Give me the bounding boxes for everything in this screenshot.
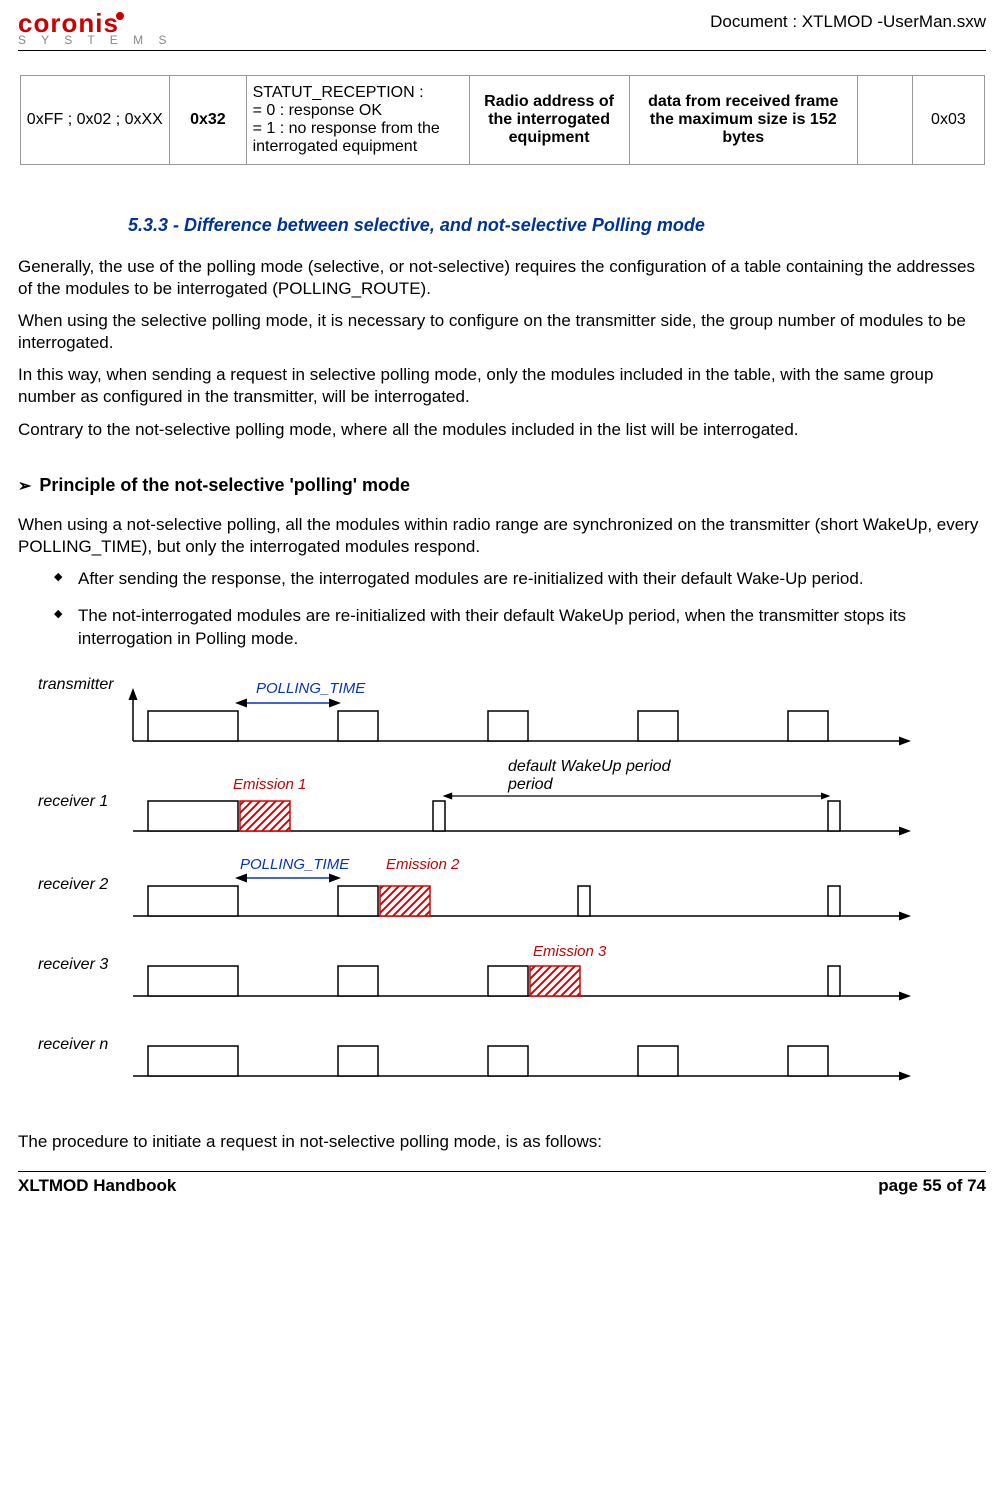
table-cell [857, 76, 912, 165]
table-cell: STATUT_RECEPTION : = 0 : response OK = 1… [246, 76, 469, 165]
paragraph: When using a not-selective polling, all … [18, 514, 986, 558]
list-item: After sending the response, the interrog… [78, 568, 986, 591]
table-cell: 0xFF ; 0x02 ; 0xXX [20, 76, 170, 165]
diagram-label-emission3: Emission 3 [533, 943, 607, 960]
page-header: coronis S Y S T E M S Document : XTLMOD … [18, 10, 986, 51]
diagram-label-receiver1: receiver 1 [38, 793, 108, 810]
cell-line: the maximum size is 152 bytes [636, 111, 851, 147]
diagram-label-polling-time2: POLLING_TIME [240, 856, 350, 873]
frame-structure-table: 0xFF ; 0x02 ; 0xXX 0x32 STATUT_RECEPTION… [20, 75, 985, 165]
logo: coronis S Y S T E M S [18, 10, 172, 46]
diagram-label-transmitter: transmitter [38, 676, 114, 693]
subsection-heading: ➢ Principle of the not-selective 'polling… [18, 475, 986, 496]
diagram-label-receiver2: receiver 2 [38, 876, 108, 893]
diagram-label-receiver3: receiver 3 [38, 956, 108, 973]
diagram-label-emission2: Emission 2 [386, 856, 460, 873]
timing-diagram: transmitter POLLING_TIME receiver 1 Emis… [38, 671, 938, 1091]
logo-dot-icon [116, 12, 124, 20]
paragraph: Generally, the use of the polling mode (… [18, 256, 986, 300]
paragraph: Contrary to the not-selective polling mo… [18, 419, 986, 441]
section-heading: 5.3.3 - Difference between selective, an… [128, 215, 986, 236]
cell-line: STATUT_RECEPTION : [253, 84, 463, 102]
table-cell: 0x32 [170, 76, 246, 165]
diagram-label-receivern: receiver n [38, 1036, 108, 1053]
document-title: Document : XTLMOD -UserMan.sxw [710, 12, 986, 32]
page-footer: XLTMOD Handbook page 55 of 74 [18, 1171, 986, 1196]
diagram-label-emission1: Emission 1 [233, 776, 306, 793]
paragraph: The procedure to initiate a request in n… [18, 1131, 986, 1153]
bullet-list: After sending the response, the interrog… [18, 568, 986, 651]
footer-right: page 55 of 74 [878, 1176, 986, 1196]
cell-line: = 0 : response OK [253, 102, 463, 120]
diagram-label-polling-time: POLLING_TIME [256, 680, 366, 697]
chevron-icon: ➢ [18, 476, 31, 496]
diagram-label-wakeup1: default WakeUp period [508, 758, 672, 775]
cell-line: data from received frame [636, 93, 851, 111]
logo-subtext: S Y S T E M S [18, 34, 172, 46]
table-cell: Radio address of the interrogated equipm… [469, 76, 629, 165]
list-item: The not-interrogated modules are re-init… [78, 605, 986, 651]
footer-left: XLTMOD Handbook [18, 1176, 176, 1196]
cell-line: = 1 : no response from the interrogated … [253, 120, 463, 156]
diagram-label-wakeup2: period [507, 776, 554, 793]
table-cell: data from received frame the maximum siz… [629, 76, 857, 165]
subsection-title: Principle of the not-selective 'polling'… [39, 475, 410, 495]
paragraph: In this way, when sending a request in s… [18, 364, 986, 408]
paragraph: When using the selective polling mode, i… [18, 310, 986, 354]
table-cell: 0x03 [913, 76, 984, 165]
